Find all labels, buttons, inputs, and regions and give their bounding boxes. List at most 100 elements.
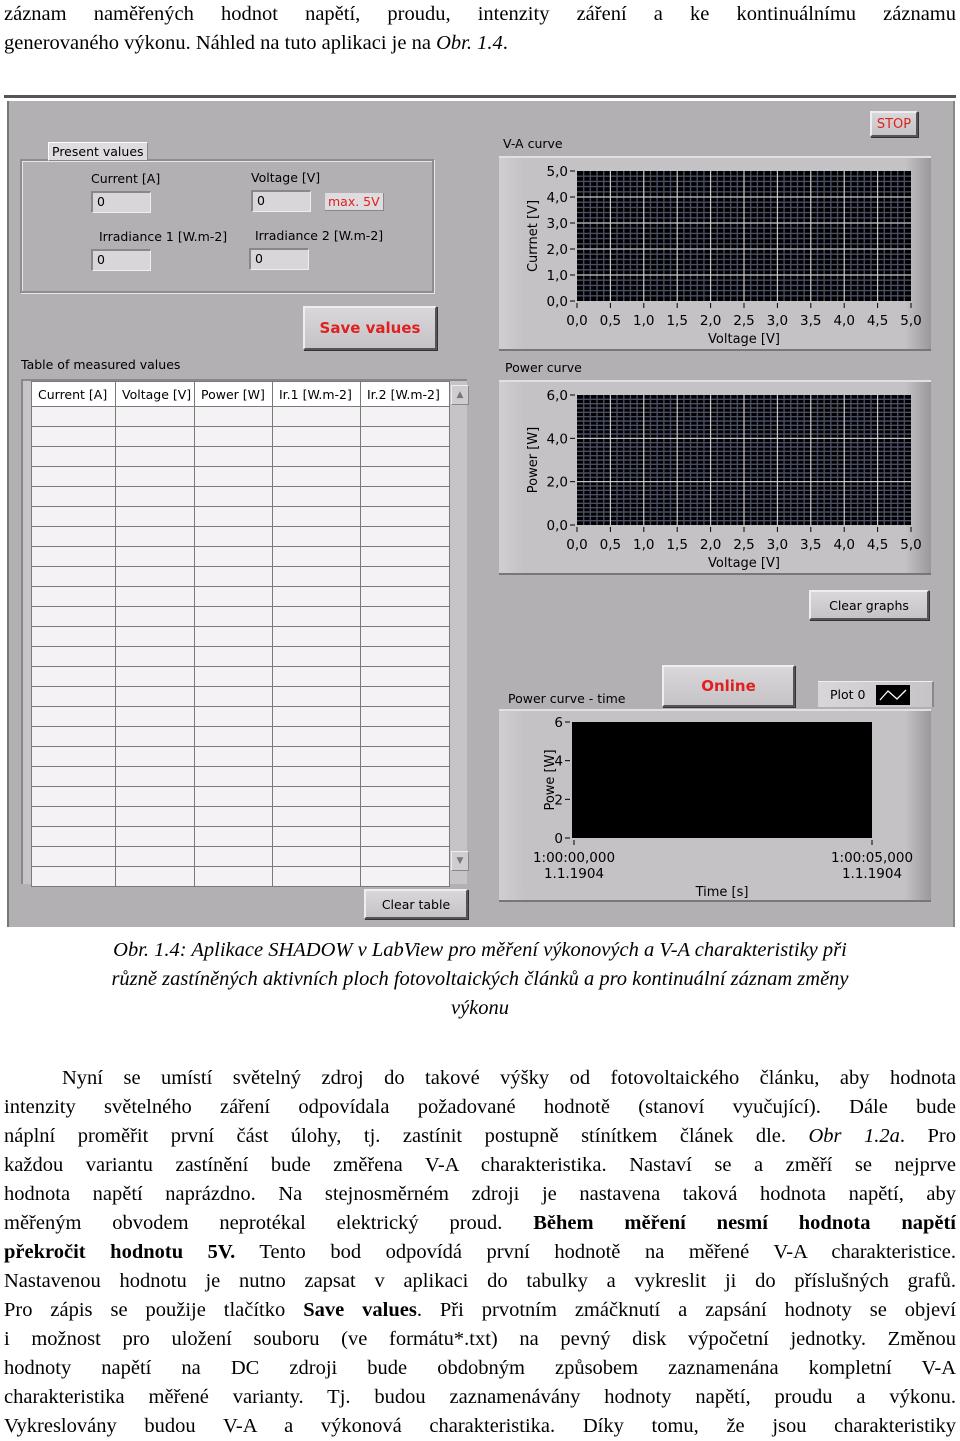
table-cell[interactable] xyxy=(194,526,273,547)
table-cell[interactable] xyxy=(272,466,361,487)
table-cell[interactable] xyxy=(115,666,195,687)
online-button[interactable]: Online xyxy=(662,665,795,707)
table-cell[interactable] xyxy=(360,666,450,687)
table-cell[interactable] xyxy=(194,666,273,687)
table-cell[interactable] xyxy=(194,706,273,727)
table-cell[interactable] xyxy=(31,446,116,467)
irradiance-2-field[interactable]: 0 xyxy=(249,248,309,270)
table-cell[interactable] xyxy=(272,526,361,547)
table-cell[interactable] xyxy=(31,746,116,767)
table-cell[interactable] xyxy=(360,866,450,887)
table-cell[interactable] xyxy=(272,686,361,707)
table-cell[interactable] xyxy=(272,646,361,667)
plot-legend[interactable]: Plot 0 xyxy=(818,681,934,707)
table-cell[interactable] xyxy=(115,706,195,727)
table-cell[interactable] xyxy=(115,546,195,567)
scroll-down-button[interactable]: ▼ xyxy=(451,851,469,871)
table-cell[interactable] xyxy=(272,406,361,427)
table-cell[interactable] xyxy=(360,486,450,507)
table-cell[interactable] xyxy=(360,406,450,427)
table-cell[interactable] xyxy=(194,746,273,767)
table-cell[interactable] xyxy=(194,626,273,647)
table-cell[interactable] xyxy=(31,586,116,607)
table-cell[interactable] xyxy=(31,826,116,847)
clear-graphs-button[interactable]: Clear graphs xyxy=(809,590,929,620)
table-cell[interactable] xyxy=(360,526,450,547)
table-cell[interactable] xyxy=(31,766,116,787)
table-cell[interactable] xyxy=(272,666,361,687)
table-cell[interactable] xyxy=(194,426,273,447)
table-cell[interactable] xyxy=(360,426,450,447)
table-cell[interactable] xyxy=(272,766,361,787)
table-cell[interactable] xyxy=(31,626,116,647)
table-cell[interactable] xyxy=(360,466,450,487)
table-cell[interactable] xyxy=(115,466,195,487)
table-cell[interactable] xyxy=(31,566,116,587)
table-cell[interactable] xyxy=(31,486,116,507)
table-cell[interactable] xyxy=(194,806,273,827)
table-cell[interactable] xyxy=(194,866,273,887)
table-cell[interactable] xyxy=(31,706,116,727)
table-cell[interactable] xyxy=(31,506,116,527)
table-cell[interactable] xyxy=(360,566,450,587)
table-cell[interactable] xyxy=(360,806,450,827)
table-cell[interactable] xyxy=(31,666,116,687)
table-cell[interactable] xyxy=(115,526,195,547)
table-cell[interactable] xyxy=(272,846,361,867)
table-cell[interactable] xyxy=(194,586,273,607)
table-cell[interactable] xyxy=(360,626,450,647)
irradiance-1-field[interactable]: 0 xyxy=(91,249,151,271)
table-cell[interactable] xyxy=(272,446,361,467)
table-cell[interactable] xyxy=(31,686,116,707)
table-cell[interactable] xyxy=(272,866,361,887)
table-cell[interactable] xyxy=(115,866,195,887)
table-cell[interactable] xyxy=(115,606,195,627)
table-cell[interactable] xyxy=(194,766,273,787)
table-cell[interactable] xyxy=(194,786,273,807)
table-cell[interactable] xyxy=(115,726,195,747)
table-cell[interactable] xyxy=(360,606,450,627)
table-cell[interactable] xyxy=(115,686,195,707)
table-cell[interactable] xyxy=(272,826,361,847)
table-cell[interactable] xyxy=(31,646,116,667)
table-cell[interactable] xyxy=(194,486,273,507)
table-cell[interactable] xyxy=(31,806,116,827)
table-cell[interactable] xyxy=(194,406,273,427)
table-cell[interactable] xyxy=(272,706,361,727)
table-cell[interactable] xyxy=(272,626,361,647)
table-cell[interactable] xyxy=(360,646,450,667)
table-cell[interactable] xyxy=(194,566,273,587)
table-cell[interactable] xyxy=(272,486,361,507)
table-cell[interactable] xyxy=(31,406,116,427)
table-cell[interactable] xyxy=(360,786,450,807)
table-cell[interactable] xyxy=(360,686,450,707)
table-cell[interactable] xyxy=(194,446,273,467)
table-cell[interactable] xyxy=(194,826,273,847)
table-cell[interactable] xyxy=(115,766,195,787)
table-cell[interactable] xyxy=(360,506,450,527)
table-cell[interactable] xyxy=(360,826,450,847)
table-cell[interactable] xyxy=(272,586,361,607)
table-cell[interactable] xyxy=(31,726,116,747)
table-cell[interactable] xyxy=(272,606,361,627)
table-cell[interactable] xyxy=(272,806,361,827)
table-cell[interactable] xyxy=(194,606,273,627)
table-cell[interactable] xyxy=(194,546,273,567)
table-cell[interactable] xyxy=(115,566,195,587)
table-cell[interactable] xyxy=(360,726,450,747)
table-cell[interactable] xyxy=(115,806,195,827)
table-cell[interactable] xyxy=(272,726,361,747)
table-cell[interactable] xyxy=(194,846,273,867)
table-cell[interactable] xyxy=(194,646,273,667)
table-cell[interactable] xyxy=(272,746,361,767)
table-cell[interactable] xyxy=(194,506,273,527)
voltage-field[interactable]: 0 xyxy=(251,190,311,212)
table-cell[interactable] xyxy=(115,406,195,427)
table-cell[interactable] xyxy=(115,506,195,527)
table-cell[interactable] xyxy=(360,446,450,467)
table-cell[interactable] xyxy=(31,466,116,487)
save-values-button[interactable]: Save values xyxy=(303,306,437,350)
table-cell[interactable] xyxy=(115,446,195,467)
table-cell[interactable] xyxy=(194,466,273,487)
table-cell[interactable] xyxy=(272,786,361,807)
